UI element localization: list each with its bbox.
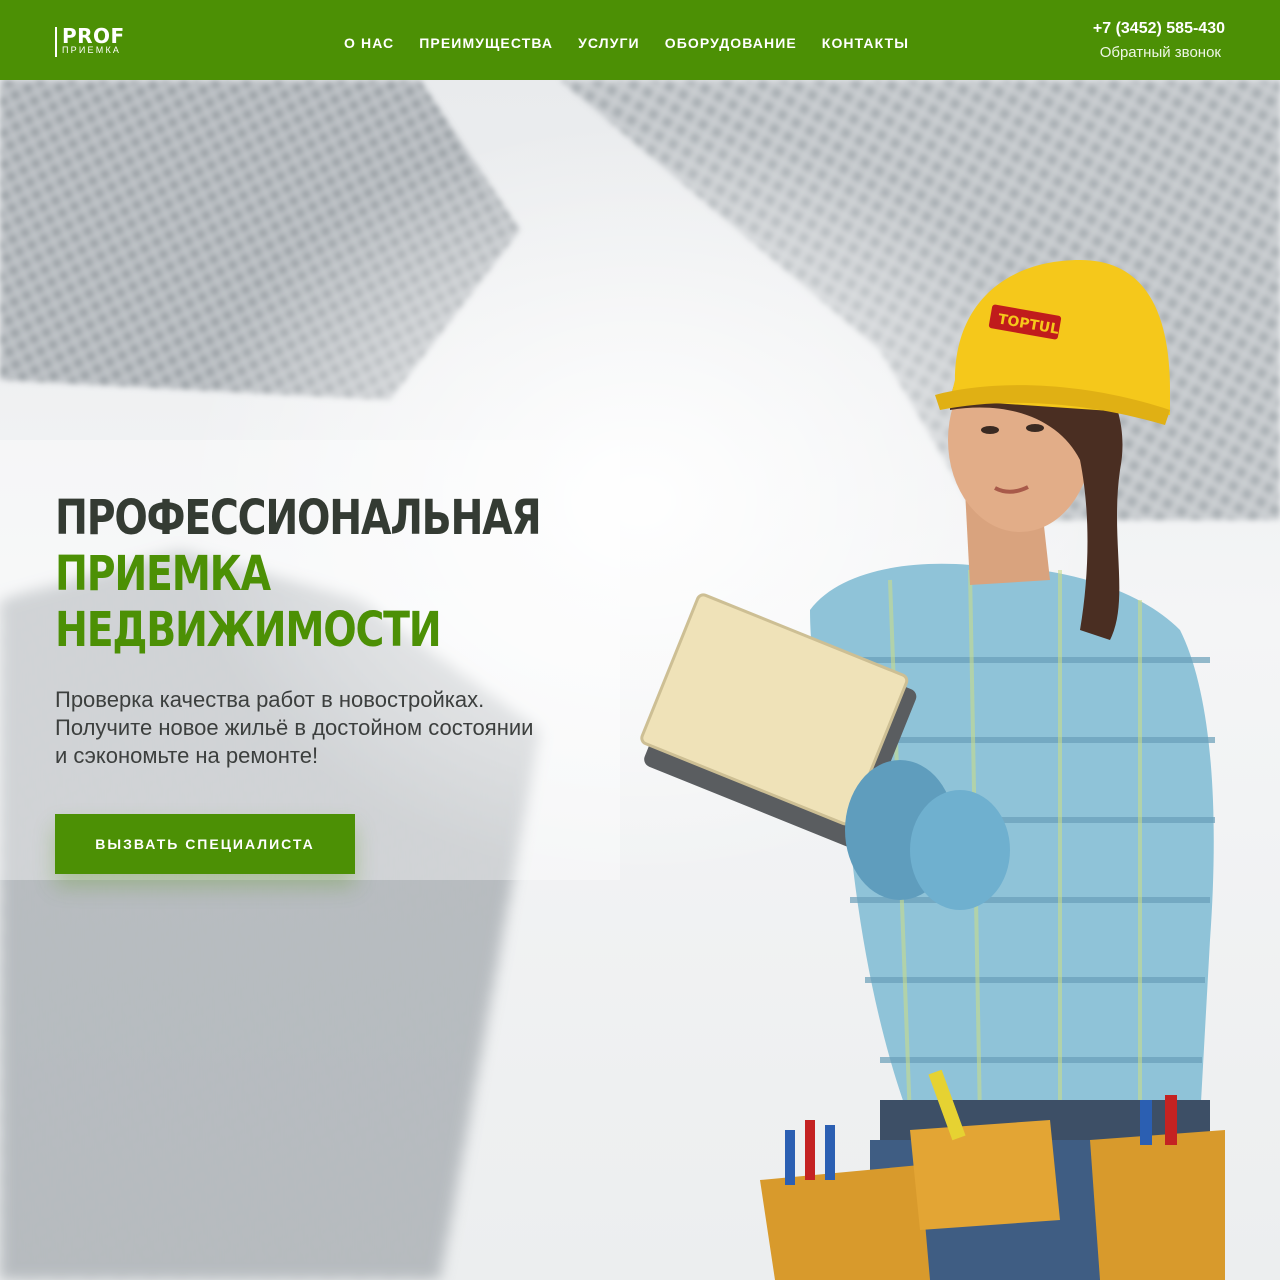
phone-number[interactable]: +7 (3452) 585-430: [1093, 19, 1225, 39]
headline-line-2: ПРИЕМКА: [55, 546, 271, 602]
subtitle-line-3: и сэкономьте на ремонте!: [55, 743, 319, 768]
hero-subtitle: Проверка качества работ в новостройках. …: [55, 686, 615, 770]
nav-item-advantages[interactable]: ПРЕИМУЩЕСТВА: [419, 34, 553, 52]
callback-link[interactable]: Обратный звонок: [1100, 43, 1221, 63]
logo-text-bottom: ПРИЕМКА: [62, 45, 122, 55]
subtitle-line-1: Проверка качества работ в новостройках.: [55, 687, 485, 712]
logo-bar: [55, 27, 57, 57]
construction-worker-image: TOPTUL: [640, 260, 1225, 1280]
headline-line-1: ПРОФЕССИОНАЛЬНАЯ: [55, 490, 542, 546]
nav-item-services[interactable]: УСЛУГИ: [578, 34, 640, 52]
hero-headline: ПРОФЕССИОНАЛЬНАЯ ПРИЕМКА НЕДВИЖИМОСТИ: [55, 490, 542, 658]
main-nav: О НАС ПРЕИМУЩЕСТВА УСЛУГИ ОБОРУДОВАНИЕ К…: [344, 34, 934, 52]
nav-item-about[interactable]: О НАС: [344, 34, 394, 52]
hero-section: ПРОФЕССИОНАЛЬНАЯ ПРИЕМКА НЕДВИЖИМОСТИ Пр…: [0, 80, 1280, 1280]
subtitle-line-2: Получите новое жильё в достойном состоян…: [55, 715, 534, 740]
site-header: PROF ПРИЕМКА О НАС ПРЕИМУЩЕСТВА УСЛУГИ О…: [0, 0, 1280, 80]
call-specialist-button[interactable]: ВЫЗВАТЬ СПЕЦИАЛИСТА: [55, 814, 355, 874]
headline-line-3: НЕДВИЖИМОСТИ: [55, 602, 442, 658]
nav-item-equipment[interactable]: ОБОРУДОВАНИЕ: [665, 34, 797, 52]
logo[interactable]: PROF ПРИЕМКА: [55, 24, 135, 58]
nav-item-contacts[interactable]: КОНТАКТЫ: [822, 34, 909, 52]
